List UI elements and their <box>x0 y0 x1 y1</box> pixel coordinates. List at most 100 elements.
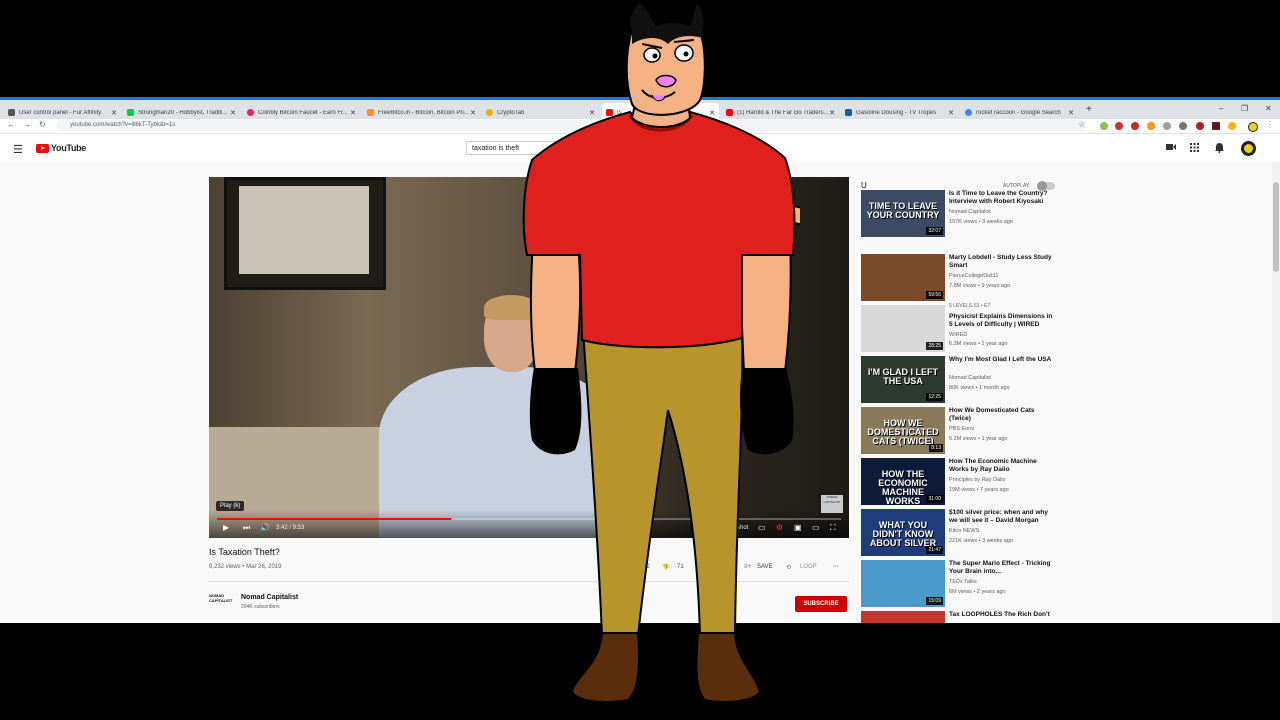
recommendation-thumbnail[interactable]: 15:09 <box>861 560 945 607</box>
recommendation-thumbnail[interactable]: 28:25 <box>861 305 945 352</box>
thumbnail-text: TIME TO LEAVE YOUR COUNTRY <box>866 201 940 220</box>
account-avatar[interactable] <box>1241 141 1256 156</box>
close-tab-icon[interactable]: ✕ <box>1068 109 1074 117</box>
favicon-icon <box>8 109 15 116</box>
cartoon-cat-character <box>522 2 800 703</box>
video-meta: 9,232 views • Mar 26, 2019 <box>209 564 282 570</box>
recommendation-item[interactable]: 28:25 5 LEVELS S1 • E7 Physicist Explains … <box>861 303 1061 353</box>
channel-name[interactable]: Nomad Capitalist <box>241 594 298 601</box>
scrollbar-thumb[interactable] <box>1273 182 1279 272</box>
recommendation-title[interactable]: How The Economic Machine Works by Ray Da… <box>949 458 1057 474</box>
recommendation-item[interactable]: HOW THE ECONOMIC MACHINE WORKS 31:00 How T… <box>861 458 1061 506</box>
recommendation-channel[interactable]: Principles by Ray Dalio <box>949 477 1006 483</box>
recommendation-item[interactable]: Tax LOOPHOLES The Rich Don't <box>861 611 1061 623</box>
recommendation-thumbnail[interactable]: WHAT YOU DIDN'T KNOW ABOUT SILVER 21:47 <box>861 509 945 556</box>
fullscreen-icon[interactable]: ⛶ <box>830 523 836 533</box>
recommendation-channel[interactable]: PBS Eons <box>949 426 974 432</box>
extension-icon[interactable] <box>1196 122 1204 130</box>
close-window-button[interactable]: ✕ <box>1265 104 1272 113</box>
play-tooltip: Play (k) <box>216 501 245 511</box>
extension-icon[interactable] <box>1147 122 1155 130</box>
recommendation-title[interactable]: $100 silver price: when and why we will … <box>949 509 1057 525</box>
recommendation-title[interactable]: How We Domesticated Cats (Twice) <box>949 407 1057 423</box>
theater-mode-icon[interactable]: ▭ <box>812 523 820 532</box>
channel-watermark[interactable]: NOMAD CAPITALIST <box>821 495 843 513</box>
loop-button[interactable]: LOOP <box>800 564 817 570</box>
recommendation-title[interactable]: Tax LOOPHOLES The Rich Don't <box>949 611 1057 619</box>
volume-icon[interactable]: 🔊 <box>260 523 270 532</box>
apps-grid-icon[interactable] <box>1190 143 1199 152</box>
minimize-button[interactable]: – <box>1219 104 1223 113</box>
extension-icon[interactable] <box>1179 122 1187 130</box>
recommendation-thumbnail[interactable] <box>861 611 945 623</box>
duration-badge: 31:00 <box>926 495 943 503</box>
browser-menu-icon[interactable]: ⋮ <box>1266 120 1274 129</box>
up-next-label: U <box>861 181 867 190</box>
recommendation-channel[interactable]: WIRED <box>949 332 967 338</box>
recommendation-views: 19M views • 7 years ago <box>949 487 1009 493</box>
recommendation-item[interactable]: 59:56 Marty Lobdell - Study Less Study Sm… <box>861 254 1061 302</box>
bell-icon[interactable] <box>1215 143 1224 153</box>
close-tab-icon[interactable]: ✕ <box>948 109 954 117</box>
profile-avatar-icon[interactable] <box>1248 122 1258 132</box>
recommendation-channel[interactable]: PierceCollegeDist11 <box>949 273 998 279</box>
recommendation-title[interactable]: Why I'm Most Glad I Left the USA <box>949 356 1057 364</box>
thumbnail-text: I'M GLAD I LEFT THE USA <box>867 367 939 386</box>
forward-button[interactable]: → <box>23 120 31 129</box>
close-tab-icon[interactable]: ✕ <box>350 109 356 117</box>
more-actions-button[interactable]: ··· <box>833 564 839 570</box>
recommendation-views: 6.3M views • 1 year ago <box>949 341 1008 347</box>
youtube-play-icon <box>36 143 49 153</box>
extension-icon[interactable] <box>1131 122 1139 130</box>
recommendation-thumbnail[interactable]: HOW WE DOMESTICATED CATS (TWICE) 8:13 <box>861 407 945 454</box>
recommendation-thumbnail[interactable]: HOW THE ECONOMIC MACHINE WORKS 31:00 <box>861 458 945 505</box>
recommendation-title[interactable]: Is it Time to Leave the Country? Intervi… <box>949 190 1057 206</box>
recommendation-channel[interactable]: Kitco NEWS <box>949 528 979 534</box>
bookmark-star-icon[interactable]: ☆ <box>1078 120 1085 129</box>
favicon-icon <box>127 109 134 116</box>
recommendation-thumbnail[interactable]: I'M GLAD I LEFT THE USA 12:25 <box>861 356 945 403</box>
extension-icon[interactable] <box>1100 122 1108 130</box>
create-video-icon[interactable] <box>1166 143 1176 151</box>
autoplay-toggle[interactable] <box>1037 181 1055 191</box>
duration-badge: 21:47 <box>926 546 943 554</box>
recommendation-thumbnail[interactable]: 59:56 <box>861 254 945 301</box>
recommendation-channel[interactable]: Nomad Capitalist <box>949 375 991 381</box>
recommendation-title[interactable]: The Super Mario Effect - Tricking Your B… <box>949 560 1057 576</box>
channel-logo[interactable]: NOMAD CAPITALIST <box>209 593 233 607</box>
extension-icon[interactable] <box>1228 122 1236 130</box>
back-button[interactable]: ← <box>7 120 15 129</box>
recommendation-channel[interactable]: Nomad Capitalist <box>949 209 991 215</box>
reload-button[interactable]: ↻ <box>39 120 46 129</box>
close-tab-icon[interactable]: ✕ <box>829 109 835 117</box>
recommendation-item[interactable]: HOW WE DOMESTICATED CATS (TWICE) 8:13 How … <box>861 407 1061 455</box>
recommendation-item[interactable]: 15:09 The Super Mario Effect - Tricking Y… <box>861 560 1061 608</box>
play-button[interactable]: ▶ <box>223 523 229 532</box>
thumbnail-text: HOW WE DOMESTICATED CATS (TWICE) <box>867 418 939 446</box>
duration-badge: 32:07 <box>926 227 943 235</box>
recommendation-title[interactable]: Marty Lobdell - Study Less Study Smart <box>949 254 1057 270</box>
duration-badge: 15:09 <box>926 597 943 605</box>
extension-icon[interactable] <box>1163 122 1171 130</box>
recommendation-thumbnail[interactable]: TIME TO LEAVE YOUR COUNTRY 32:07 <box>861 190 945 237</box>
subscribe-button[interactable]: SUBSCRIBE <box>795 596 847 612</box>
close-tab-icon[interactable]: ✕ <box>230 109 236 117</box>
close-tab-icon[interactable]: ✕ <box>111 109 117 117</box>
youtube-logo[interactable]: YouTube <box>36 143 86 153</box>
maximize-button[interactable]: ❐ <box>1241 104 1248 113</box>
close-tab-icon[interactable]: ✕ <box>470 109 476 117</box>
recommendation-views: 7.8M views • 9 years ago <box>949 283 1011 289</box>
page-scrollbar[interactable] <box>1272 162 1280 623</box>
extension-icon[interactable] <box>1115 122 1123 130</box>
recommendation-item[interactable]: WHAT YOU DIDN'T KNOW ABOUT SILVER 21:47 $1… <box>861 509 1061 557</box>
recommendation-channel[interactable]: TEDx Talks <box>949 579 977 585</box>
google-favicon-icon <box>965 109 972 116</box>
recommendation-item[interactable]: TIME TO LEAVE YOUR COUNTRY 32:07 Is it Tim… <box>861 190 1061 238</box>
recommendation-item[interactable]: I'M GLAD I LEFT THE USA 12:25 Why I'm Most… <box>861 356 1061 404</box>
hamburger-menu-icon[interactable]: ☰ <box>13 143 23 156</box>
extension-icon[interactable] <box>1212 122 1220 130</box>
recommendation-title[interactable]: Physicist Explains Dimensions in 5 Level… <box>949 313 1057 329</box>
duration-badge: 59:56 <box>926 291 943 299</box>
next-button[interactable]: ⏭ <box>243 523 250 533</box>
new-tab-button[interactable]: + <box>1086 104 1092 115</box>
